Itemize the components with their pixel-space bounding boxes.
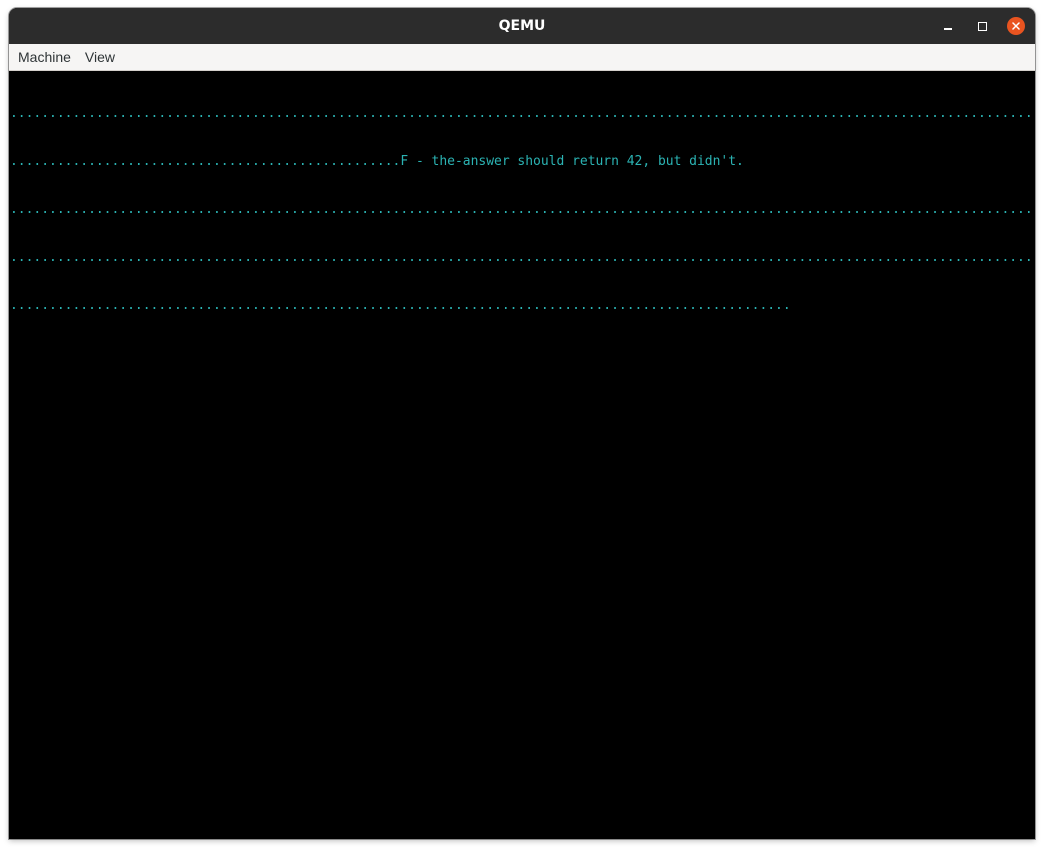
close-button[interactable] — [1006, 16, 1026, 36]
console-line: ........................................… — [10, 202, 1035, 217]
close-icon — [1007, 17, 1025, 35]
console-line: ........................................… — [10, 106, 1035, 121]
console-line: ........................................… — [10, 250, 1035, 265]
maximize-button[interactable] — [972, 16, 992, 36]
console-line: ........................................… — [10, 298, 791, 313]
window-title: QEMU — [498, 18, 546, 34]
vm-display[interactable]: ........................................… — [9, 71, 1035, 839]
qemu-window: QEMU Machine View ......................… — [9, 8, 1035, 839]
minimize-icon — [944, 28, 952, 30]
minimize-button[interactable] — [938, 16, 958, 36]
menu-machine[interactable]: Machine — [11, 44, 78, 70]
title-bar[interactable]: QEMU — [9, 8, 1035, 44]
console-line-test-failure: ........................................… — [10, 154, 744, 169]
console-output: ........................................… — [9, 74, 1035, 346]
maximize-icon — [977, 21, 987, 31]
menu-bar: Machine View — [9, 44, 1035, 71]
menu-view[interactable]: View — [78, 44, 122, 70]
